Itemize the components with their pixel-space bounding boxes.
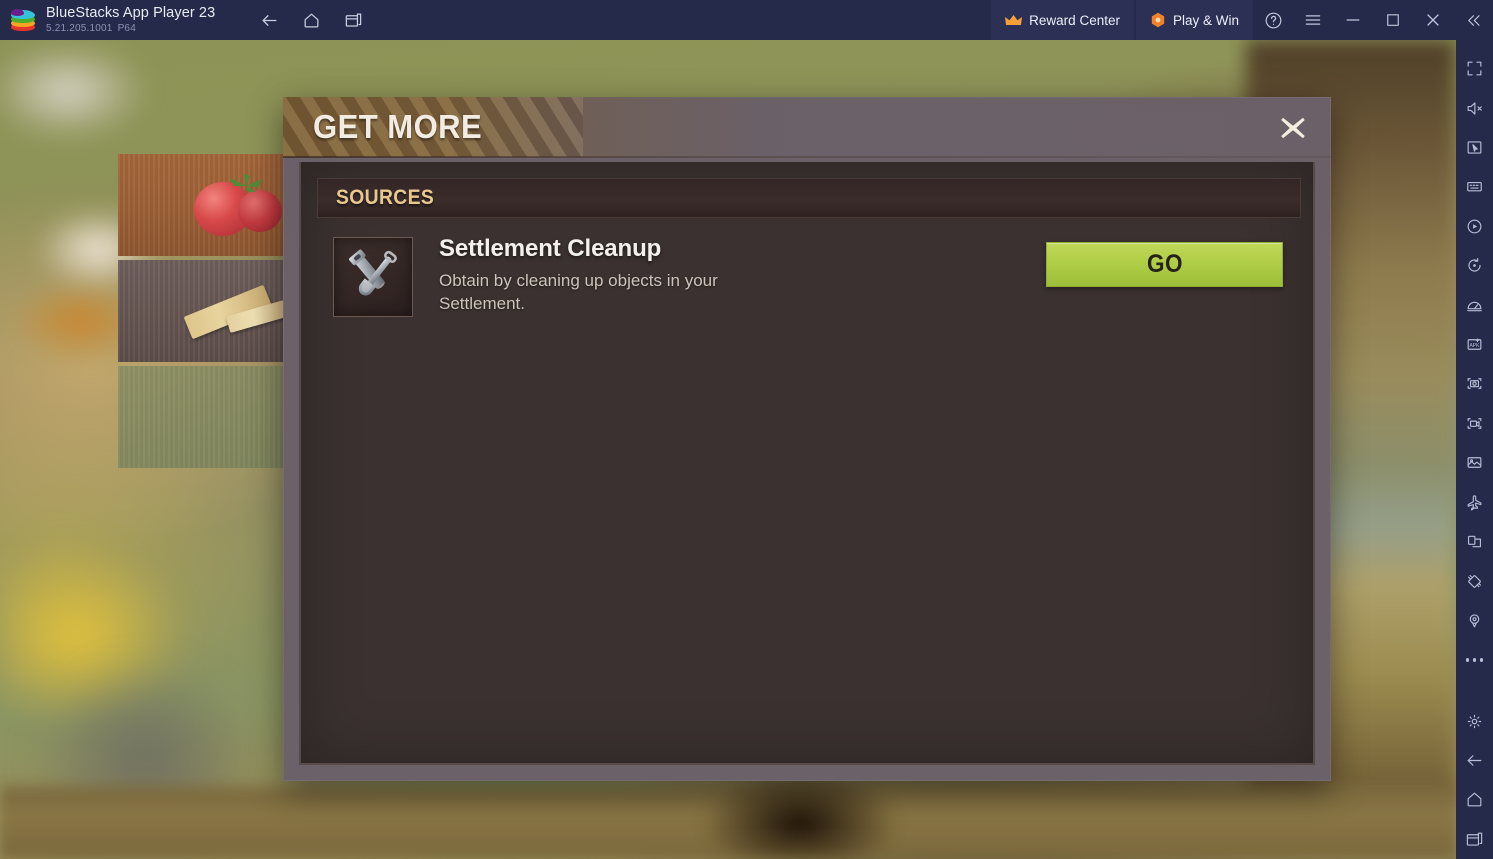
sources-section-header: SOURCES xyxy=(317,178,1301,218)
sidebar-item-location[interactable] xyxy=(1456,601,1493,640)
sidebar-item-settings[interactable] xyxy=(1456,701,1493,740)
source-description: Obtain by cleaning up objects in your Se… xyxy=(439,271,718,313)
background-blob-light xyxy=(0,50,150,140)
help-button[interactable] xyxy=(1253,0,1293,40)
eco-gauge-icon xyxy=(1467,301,1482,311)
sidebar-item-eco-mode[interactable] xyxy=(1456,285,1493,324)
app-title: BlueStacks App Player 23 xyxy=(46,5,216,21)
go-button[interactable]: GO xyxy=(1046,242,1283,287)
header-divider xyxy=(283,156,1331,158)
sidebar-item-airplane-mode[interactable] xyxy=(1456,483,1493,522)
screen-root: BlueStacks App Player 23 5.21.205.1001 P6… xyxy=(0,0,1493,859)
source-text-block: Settlement Cleanup Obtain by cleaning up… xyxy=(439,234,769,315)
sidebar-item-multi-window[interactable] xyxy=(1456,522,1493,561)
tomatoes-icon xyxy=(190,174,286,236)
speaker-mute-icon xyxy=(1467,101,1482,115)
sidebar-item-mute[interactable] xyxy=(1456,88,1493,127)
bluestacks-logo-icon xyxy=(10,7,36,33)
sidebar-item-cursor-control[interactable] xyxy=(1456,128,1493,167)
orange-hexagon-icon xyxy=(1150,12,1166,28)
airplane-icon xyxy=(1467,494,1482,511)
keyboard-icon xyxy=(1467,182,1482,192)
sidebar-item-macro-recorder[interactable] xyxy=(1456,207,1493,246)
play-and-win-label: Play & Win xyxy=(1172,12,1239,28)
sources-label: SOURCES xyxy=(336,186,435,209)
close-button[interactable] xyxy=(1413,0,1453,40)
bluestacks-titlebar: BlueStacks App Player 23 5.21.205.1001 P6… xyxy=(0,0,1493,40)
windows-stack-icon xyxy=(1466,832,1483,846)
play-circle-record-icon xyxy=(1467,219,1482,234)
maximize-button[interactable] xyxy=(1373,0,1413,40)
video-camera-icon xyxy=(1467,418,1482,429)
bluestacks-sidebar: APK xyxy=(1456,40,1493,859)
sidebar-item-rotate[interactable] xyxy=(1456,246,1493,285)
list-item: Settlement Cleanup Obtain by cleaning up… xyxy=(317,234,1301,338)
rotate-circle-icon xyxy=(1468,258,1481,272)
gear-icon xyxy=(1467,714,1482,728)
image-gallery-icon xyxy=(1467,457,1482,469)
apk-install-icon: APK xyxy=(1467,338,1482,350)
sidebar-item-back[interactable] xyxy=(1456,741,1493,780)
play-and-win-button[interactable]: Play & Win xyxy=(1135,0,1253,40)
sidebar-item-home[interactable] xyxy=(1456,780,1493,819)
app-version: 5.21.205.1001 P64 xyxy=(46,23,136,34)
reward-center-label: Reward Center xyxy=(1029,12,1120,28)
titlebar-nav-group xyxy=(253,4,369,36)
titlebar-back-button[interactable] xyxy=(253,4,285,36)
two-windows-icon xyxy=(1467,535,1482,548)
home-icon xyxy=(1467,792,1482,807)
svg-text:APK: APK xyxy=(1469,343,1480,349)
tilt-shake-icon xyxy=(1467,574,1482,588)
sidebar-item-keyboard-controls[interactable] xyxy=(1456,167,1493,206)
arrow-left-icon xyxy=(1467,755,1482,766)
dialog-header: GET MORE xyxy=(283,97,1331,157)
dialog-close-button[interactable] xyxy=(1269,105,1317,151)
collapse-sidebar-button[interactable] xyxy=(1453,0,1493,40)
cursor-in-frame-icon xyxy=(1467,141,1482,154)
close-x-icon xyxy=(1280,117,1306,139)
minimize-button[interactable] xyxy=(1333,0,1373,40)
sidebar-item-more[interactable] xyxy=(1456,640,1493,679)
sidebar-item-fullscreen[interactable] xyxy=(1456,49,1493,88)
titlebar-multi-instance-button[interactable] xyxy=(337,4,369,36)
titlebar-home-button[interactable] xyxy=(295,4,327,36)
crown-icon xyxy=(1005,14,1023,27)
dialog-body: SOURCES Settlement Cleanup Obtain by cle… xyxy=(299,162,1315,765)
titlebar-right-group: Reward Center Play & Win xyxy=(991,0,1493,40)
sidebar-item-media-manager[interactable] xyxy=(1456,443,1493,482)
location-pin-icon xyxy=(1469,614,1480,628)
sidebar-item-install-apk[interactable]: APK xyxy=(1456,325,1493,364)
camera-icon xyxy=(1467,378,1482,390)
page-title: GET MORE xyxy=(313,108,483,145)
source-title: Settlement Cleanup xyxy=(439,235,662,262)
get-more-dialog: GET MORE SOURCES Settlement Cleanup Obta… xyxy=(283,97,1331,781)
ellipsis-icon xyxy=(1465,658,1484,662)
background-bottom-shadow xyxy=(700,769,900,859)
wood-planks-icon xyxy=(183,280,293,342)
sidebar-item-recent-apps[interactable] xyxy=(1456,820,1493,859)
reward-center-button[interactable]: Reward Center xyxy=(991,0,1134,40)
menu-button[interactable] xyxy=(1293,0,1333,40)
go-button-label: GO xyxy=(1146,250,1183,278)
sidebar-item-screen-record[interactable] xyxy=(1456,404,1493,443)
sidebar-item-screenshot[interactable] xyxy=(1456,364,1493,403)
sidebar-item-shake[interactable] xyxy=(1456,561,1493,600)
shovel-and-saw-icon xyxy=(333,237,413,317)
fullscreen-icon xyxy=(1467,61,1482,76)
